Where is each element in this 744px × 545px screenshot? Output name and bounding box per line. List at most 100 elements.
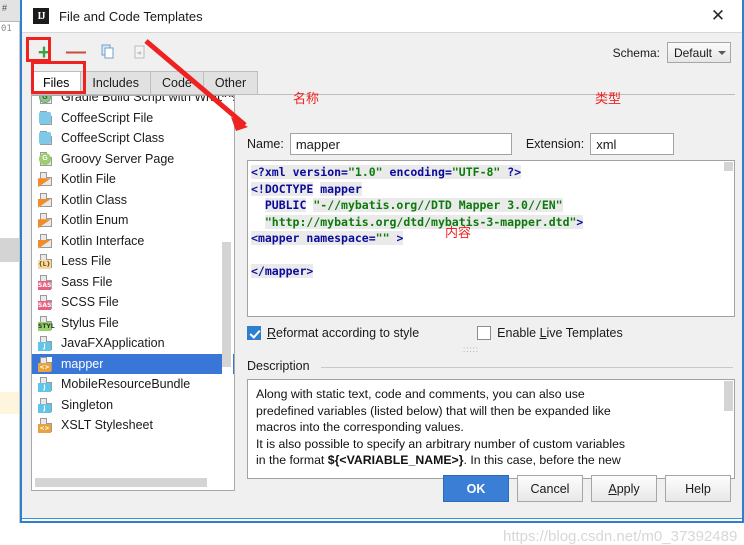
schema-label: Schema: xyxy=(612,45,660,60)
list-item-label: Kotlin Class xyxy=(61,192,127,207)
list-item-label: CoffeeScript File xyxy=(61,110,154,125)
description-divider xyxy=(321,367,733,368)
list-item[interactable]: G Groovy Server Page xyxy=(32,149,234,170)
list-item[interactable]: <> XSLT Stylesheet xyxy=(32,415,234,436)
chevron-down-icon xyxy=(718,50,726,55)
list-item[interactable]: Kotlin File xyxy=(32,169,234,190)
list-item[interactable]: Kotlin Enum xyxy=(32,210,234,231)
gradle-file-icon: G xyxy=(38,96,55,105)
apply-button[interactable]: Apply xyxy=(591,475,657,502)
template-code-editor[interactable]: <?xml version="1.0" encoding="UTF-8" ?> … xyxy=(247,160,735,317)
java-file-icon: J xyxy=(38,397,55,413)
reformat-checkbox[interactable] xyxy=(247,326,261,340)
description-scrollbar-thumb[interactable] xyxy=(724,381,733,411)
list-item-label: JavaFXApplication xyxy=(61,336,165,351)
extension-label: Extension: xyxy=(525,137,585,151)
list-item-label: MobileResourceBundle xyxy=(61,377,191,392)
schema-value: Default xyxy=(673,45,712,60)
list-vertical-scrollbar[interactable] xyxy=(222,97,233,477)
coffeescript-class-icon xyxy=(38,130,55,146)
description-title: Description xyxy=(247,359,316,373)
template-list-scrollarea[interactable]: G Gradle Build Script with Wrapper CoffeeS… xyxy=(32,96,234,490)
list-horizontal-scrollbar-thumb[interactable] xyxy=(35,478,207,487)
description-line-2: predefined variables (listed below) that… xyxy=(256,403,611,418)
coffeescript-file-icon xyxy=(38,110,55,126)
scss-file-icon: SASS xyxy=(38,294,55,311)
copy-icon xyxy=(101,44,114,59)
editor-scroll-corner xyxy=(724,162,733,171)
list-item-label: XSLT Stylesheet xyxy=(61,418,153,433)
editor-tab-strip: # xyxy=(0,0,20,22)
ok-button[interactable]: OK xyxy=(443,475,509,502)
dialog-button-bar: OK Cancel Apply Help xyxy=(443,475,731,502)
kotlin-interface-icon xyxy=(38,233,55,249)
list-item-label: Stylus File xyxy=(61,315,119,330)
list-item[interactable]: STYL Stylus File xyxy=(32,313,234,334)
name-label: Name: xyxy=(247,137,284,151)
list-item[interactable]: SASS Sass File xyxy=(32,272,234,293)
list-item-label: SCSS File xyxy=(61,295,119,310)
schema-selector: Schema: Default xyxy=(613,42,731,63)
extension-input[interactable]: xml xyxy=(590,133,675,155)
list-horizontal-scrollbar[interactable] xyxy=(33,477,222,489)
tab-includes[interactable]: Includes xyxy=(80,71,151,94)
xml-file-icon: <> xyxy=(38,417,55,434)
list-item[interactable]: <> mapper xyxy=(32,353,234,374)
tab-other[interactable]: Other xyxy=(202,71,259,94)
reformat-label: Reformat according to style xyxy=(267,326,420,340)
live-templates-checkbox[interactable] xyxy=(477,326,492,340)
description-text-box[interactable]: Along with static text, code and comment… xyxy=(247,379,735,479)
template-list: G Gradle Build Script with Wrapper CoffeeS… xyxy=(32,96,234,436)
close-icon[interactable]: ✕ xyxy=(701,4,735,28)
reformat-checkbox-row[interactable]: Reformat according to style xyxy=(247,326,419,340)
stylus-file-icon: STYL xyxy=(38,315,55,331)
reset-template-button[interactable] xyxy=(127,39,153,65)
list-item[interactable]: SASS SCSS File xyxy=(32,292,234,313)
code-line-3: PUBLIC "-//mybatis.org//DTD Mapper 3.0//… xyxy=(264,198,563,212)
background-selection-strip xyxy=(0,238,19,262)
sass-file-icon: SASS xyxy=(38,274,55,290)
dialog-titlebar: IJ File and Code Templates ✕ xyxy=(21,0,743,33)
code-line-2: <!DOCTYPE mapper xyxy=(251,181,362,196)
groovy-file-icon: G xyxy=(38,151,55,167)
cancel-button[interactable]: Cancel xyxy=(517,475,583,502)
list-item[interactable]: J JavaFXApplication xyxy=(32,333,234,354)
list-item[interactable]: Kotlin Interface xyxy=(32,231,234,252)
java-file-icon: J xyxy=(38,376,55,393)
code-line-4: "http://mybatis.org/dtd/mybatis-3-mapper… xyxy=(264,214,584,229)
watermark: https://blog.csdn.net/m0_37392489 xyxy=(503,528,738,545)
template-list-panel: G Gradle Build Script with Wrapper CoffeeS… xyxy=(31,95,235,491)
list-item[interactable]: G Gradle Build Script with Wrapper xyxy=(32,96,234,108)
list-item-label: Sass File xyxy=(61,274,113,289)
tab-code[interactable]: Code xyxy=(149,71,204,94)
description-line-5-pre: in the format xyxy=(256,453,328,467)
list-item[interactable]: CoffeeScript File xyxy=(32,108,234,129)
list-item[interactable]: CoffeeScript Class xyxy=(32,128,234,149)
background-highlight-strip xyxy=(0,392,19,414)
resize-handle-icon[interactable]: ::::: xyxy=(463,345,479,354)
tab-files[interactable]: Files xyxy=(31,71,82,94)
list-item-label: Kotlin File xyxy=(61,172,116,187)
description-line-5: in the format ${<VARIABLE_NAME>}. In thi… xyxy=(256,452,726,469)
name-input[interactable]: mapper xyxy=(289,133,512,155)
schema-dropdown[interactable]: Default xyxy=(666,42,731,63)
list-vertical-scrollbar-thumb[interactable] xyxy=(222,242,231,367)
description-variable-format: ${<VARIABLE_NAME>} xyxy=(327,453,464,467)
list-item-label: mapper xyxy=(61,356,104,371)
editor-tab-label: # xyxy=(2,3,8,13)
help-button[interactable]: Help xyxy=(665,475,731,502)
description-line-4: It is also possible to specify an arbitr… xyxy=(256,436,626,451)
description-line-1: Along with static text, code and comment… xyxy=(256,387,585,401)
description-line-3: macros into the corresponding values. xyxy=(256,420,464,434)
list-item[interactable]: Kotlin Class xyxy=(32,190,234,211)
file-and-code-templates-dialog: IJ File and Code Templates ✕ + — Schema:… xyxy=(20,0,744,545)
live-templates-label: Enable Live Templates xyxy=(497,326,623,340)
live-templates-checkbox-row[interactable]: Enable Live Templates xyxy=(477,326,623,340)
list-item[interactable]: J MobileResourceBundle xyxy=(32,374,234,395)
list-item[interactable]: {L} Less File xyxy=(32,251,234,272)
copy-template-button[interactable] xyxy=(95,39,121,65)
add-template-button[interactable]: + xyxy=(31,39,57,65)
list-item[interactable]: J Singleton xyxy=(32,395,234,416)
remove-template-button[interactable]: — xyxy=(63,39,89,65)
